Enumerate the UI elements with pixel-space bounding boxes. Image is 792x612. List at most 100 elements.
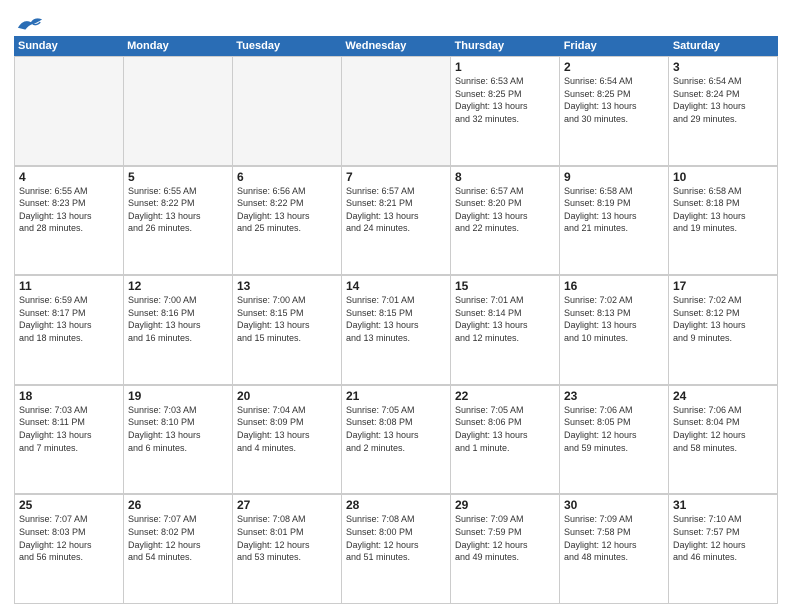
day-number: 3 [673, 60, 773, 74]
cell-info: Sunrise: 7:00 AM Sunset: 8:15 PM Dayligh… [237, 294, 337, 344]
calendar-cell-day-20: 20Sunrise: 7:04 AM Sunset: 8:09 PM Dayli… [233, 386, 342, 495]
header-day-wednesday: Wednesday [341, 36, 450, 56]
logo-bird-icon [16, 14, 44, 34]
header [14, 10, 778, 32]
header-day-thursday: Thursday [451, 36, 560, 56]
cell-info: Sunrise: 6:53 AM Sunset: 8:25 PM Dayligh… [455, 75, 555, 125]
day-number: 11 [19, 279, 119, 293]
calendar-cell-day-30: 30Sunrise: 7:09 AM Sunset: 7:58 PM Dayli… [560, 495, 669, 604]
calendar-cell-day-4: 4Sunrise: 6:55 AM Sunset: 8:23 PM Daylig… [15, 167, 124, 276]
cell-info: Sunrise: 7:01 AM Sunset: 8:15 PM Dayligh… [346, 294, 446, 344]
calendar-cell-day-9: 9Sunrise: 6:58 AM Sunset: 8:19 PM Daylig… [560, 167, 669, 276]
calendar-week-4: 18Sunrise: 7:03 AM Sunset: 8:11 PM Dayli… [14, 385, 778, 495]
calendar-cell-day-17: 17Sunrise: 7:02 AM Sunset: 8:12 PM Dayli… [669, 276, 778, 385]
page: SundayMondayTuesdayWednesdayThursdayFrid… [0, 0, 792, 612]
calendar-week-1: 1Sunrise: 6:53 AM Sunset: 8:25 PM Daylig… [14, 56, 778, 166]
day-number: 1 [455, 60, 555, 74]
day-number: 22 [455, 389, 555, 403]
day-number: 19 [128, 389, 228, 403]
calendar-cell-day-31: 31Sunrise: 7:10 AM Sunset: 7:57 PM Dayli… [669, 495, 778, 604]
calendar-cell-day-3: 3Sunrise: 6:54 AM Sunset: 8:24 PM Daylig… [669, 57, 778, 166]
calendar-cell-day-6: 6Sunrise: 6:56 AM Sunset: 8:22 PM Daylig… [233, 167, 342, 276]
calendar-cell-empty [233, 57, 342, 166]
day-number: 23 [564, 389, 664, 403]
cell-info: Sunrise: 7:10 AM Sunset: 7:57 PM Dayligh… [673, 513, 773, 563]
calendar-cell-day-8: 8Sunrise: 6:57 AM Sunset: 8:20 PM Daylig… [451, 167, 560, 276]
calendar-cell-day-25: 25Sunrise: 7:07 AM Sunset: 8:03 PM Dayli… [15, 495, 124, 604]
day-number: 24 [673, 389, 773, 403]
calendar-cell-day-13: 13Sunrise: 7:00 AM Sunset: 8:15 PM Dayli… [233, 276, 342, 385]
cell-info: Sunrise: 7:03 AM Sunset: 8:11 PM Dayligh… [19, 404, 119, 454]
header-day-tuesday: Tuesday [232, 36, 341, 56]
calendar-cell-day-16: 16Sunrise: 7:02 AM Sunset: 8:13 PM Dayli… [560, 276, 669, 385]
calendar-cell-day-29: 29Sunrise: 7:09 AM Sunset: 7:59 PM Dayli… [451, 495, 560, 604]
calendar-cell-day-22: 22Sunrise: 7:05 AM Sunset: 8:06 PM Dayli… [451, 386, 560, 495]
calendar-cell-day-18: 18Sunrise: 7:03 AM Sunset: 8:11 PM Dayli… [15, 386, 124, 495]
calendar-cell-day-14: 14Sunrise: 7:01 AM Sunset: 8:15 PM Dayli… [342, 276, 451, 385]
day-number: 2 [564, 60, 664, 74]
cell-info: Sunrise: 7:03 AM Sunset: 8:10 PM Dayligh… [128, 404, 228, 454]
day-number: 9 [564, 170, 664, 184]
calendar-cell-day-7: 7Sunrise: 6:57 AM Sunset: 8:21 PM Daylig… [342, 167, 451, 276]
cell-info: Sunrise: 7:02 AM Sunset: 8:12 PM Dayligh… [673, 294, 773, 344]
day-number: 18 [19, 389, 119, 403]
cell-info: Sunrise: 6:54 AM Sunset: 8:25 PM Dayligh… [564, 75, 664, 125]
cell-info: Sunrise: 7:08 AM Sunset: 8:00 PM Dayligh… [346, 513, 446, 563]
calendar-week-2: 4Sunrise: 6:55 AM Sunset: 8:23 PM Daylig… [14, 166, 778, 276]
calendar-cell-empty [15, 57, 124, 166]
cell-info: Sunrise: 6:59 AM Sunset: 8:17 PM Dayligh… [19, 294, 119, 344]
cell-info: Sunrise: 6:57 AM Sunset: 8:20 PM Dayligh… [455, 185, 555, 235]
calendar-cell-day-24: 24Sunrise: 7:06 AM Sunset: 8:04 PM Dayli… [669, 386, 778, 495]
day-number: 7 [346, 170, 446, 184]
cell-info: Sunrise: 7:00 AM Sunset: 8:16 PM Dayligh… [128, 294, 228, 344]
day-number: 8 [455, 170, 555, 184]
cell-info: Sunrise: 6:58 AM Sunset: 8:18 PM Dayligh… [673, 185, 773, 235]
calendar-cell-day-11: 11Sunrise: 6:59 AM Sunset: 8:17 PM Dayli… [15, 276, 124, 385]
cell-info: Sunrise: 6:55 AM Sunset: 8:23 PM Dayligh… [19, 185, 119, 235]
day-number: 29 [455, 498, 555, 512]
day-number: 6 [237, 170, 337, 184]
calendar-cell-empty [124, 57, 233, 166]
header-day-friday: Friday [560, 36, 669, 56]
day-number: 21 [346, 389, 446, 403]
header-day-saturday: Saturday [669, 36, 778, 56]
cell-info: Sunrise: 7:01 AM Sunset: 8:14 PM Dayligh… [455, 294, 555, 344]
header-day-monday: Monday [123, 36, 232, 56]
day-number: 20 [237, 389, 337, 403]
calendar-cell-day-15: 15Sunrise: 7:01 AM Sunset: 8:14 PM Dayli… [451, 276, 560, 385]
cell-info: Sunrise: 7:07 AM Sunset: 8:02 PM Dayligh… [128, 513, 228, 563]
day-number: 27 [237, 498, 337, 512]
calendar: SundayMondayTuesdayWednesdayThursdayFrid… [14, 36, 778, 604]
cell-info: Sunrise: 7:04 AM Sunset: 8:09 PM Dayligh… [237, 404, 337, 454]
cell-info: Sunrise: 7:02 AM Sunset: 8:13 PM Dayligh… [564, 294, 664, 344]
cell-info: Sunrise: 6:55 AM Sunset: 8:22 PM Dayligh… [128, 185, 228, 235]
day-number: 26 [128, 498, 228, 512]
calendar-body: 1Sunrise: 6:53 AM Sunset: 8:25 PM Daylig… [14, 56, 778, 604]
calendar-cell-empty [342, 57, 451, 166]
day-number: 25 [19, 498, 119, 512]
day-number: 15 [455, 279, 555, 293]
calendar-cell-day-5: 5Sunrise: 6:55 AM Sunset: 8:22 PM Daylig… [124, 167, 233, 276]
day-number: 5 [128, 170, 228, 184]
cell-info: Sunrise: 7:06 AM Sunset: 8:05 PM Dayligh… [564, 404, 664, 454]
day-number: 16 [564, 279, 664, 293]
day-number: 28 [346, 498, 446, 512]
cell-info: Sunrise: 6:54 AM Sunset: 8:24 PM Dayligh… [673, 75, 773, 125]
calendar-cell-day-26: 26Sunrise: 7:07 AM Sunset: 8:02 PM Dayli… [124, 495, 233, 604]
calendar-cell-day-27: 27Sunrise: 7:08 AM Sunset: 8:01 PM Dayli… [233, 495, 342, 604]
calendar-cell-day-21: 21Sunrise: 7:05 AM Sunset: 8:08 PM Dayli… [342, 386, 451, 495]
cell-info: Sunrise: 6:58 AM Sunset: 8:19 PM Dayligh… [564, 185, 664, 235]
calendar-cell-day-19: 19Sunrise: 7:03 AM Sunset: 8:10 PM Dayli… [124, 386, 233, 495]
day-number: 13 [237, 279, 337, 293]
logo [14, 14, 44, 32]
cell-info: Sunrise: 6:56 AM Sunset: 8:22 PM Dayligh… [237, 185, 337, 235]
calendar-week-3: 11Sunrise: 6:59 AM Sunset: 8:17 PM Dayli… [14, 275, 778, 385]
calendar-header: SundayMondayTuesdayWednesdayThursdayFrid… [14, 36, 778, 56]
calendar-cell-day-28: 28Sunrise: 7:08 AM Sunset: 8:00 PM Dayli… [342, 495, 451, 604]
calendar-cell-day-10: 10Sunrise: 6:58 AM Sunset: 8:18 PM Dayli… [669, 167, 778, 276]
cell-info: Sunrise: 7:09 AM Sunset: 7:58 PM Dayligh… [564, 513, 664, 563]
calendar-cell-day-23: 23Sunrise: 7:06 AM Sunset: 8:05 PM Dayli… [560, 386, 669, 495]
cell-info: Sunrise: 7:09 AM Sunset: 7:59 PM Dayligh… [455, 513, 555, 563]
calendar-cell-day-1: 1Sunrise: 6:53 AM Sunset: 8:25 PM Daylig… [451, 57, 560, 166]
cell-info: Sunrise: 7:08 AM Sunset: 8:01 PM Dayligh… [237, 513, 337, 563]
